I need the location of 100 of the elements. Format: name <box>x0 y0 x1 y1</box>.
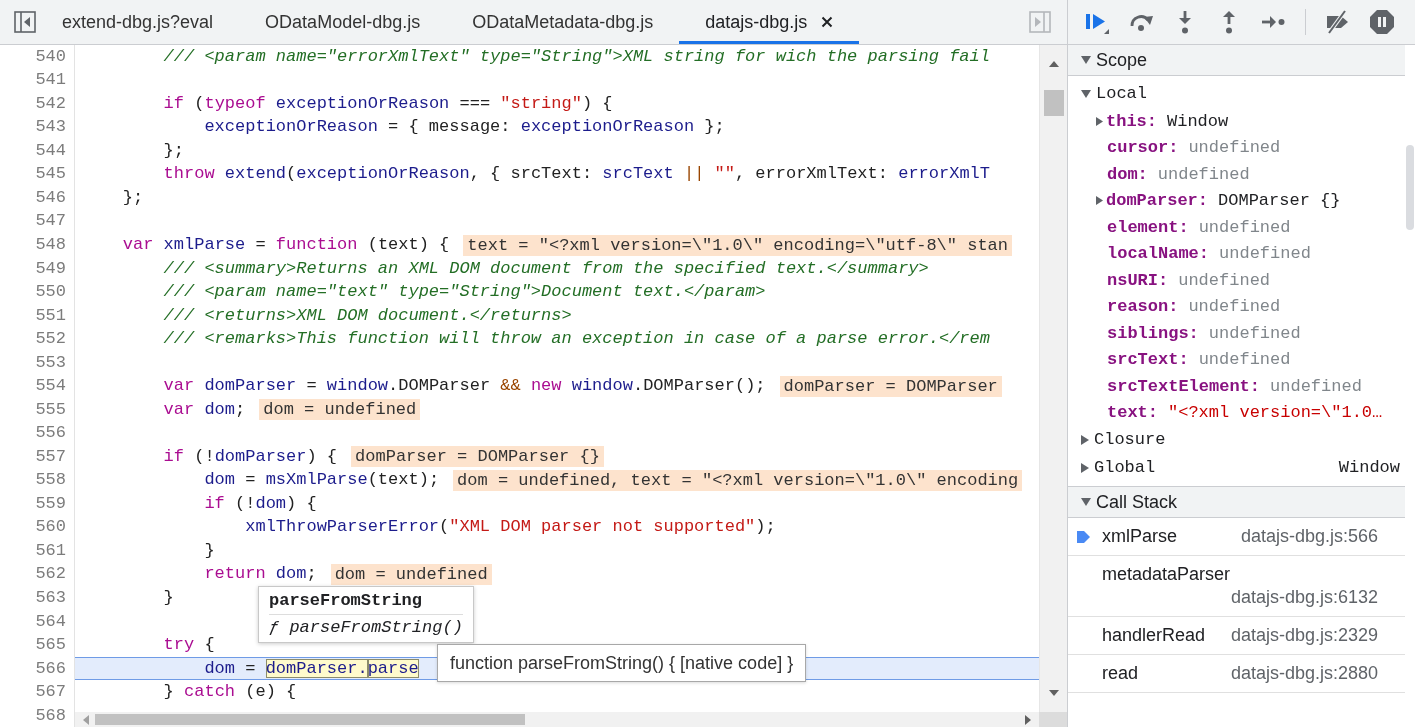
code-line: try { <box>162 635 215 656</box>
line-number: 568 <box>35 705 66 726</box>
scrollbar[interactable] <box>75 712 1039 727</box>
popup-title: parseFromString <box>269 591 463 615</box>
line-number: 559 <box>35 493 66 514</box>
file-tab[interactable]: ODataMetadata-dbg.js <box>446 0 680 44</box>
arrow-up-icon[interactable] <box>1048 61 1059 67</box>
line-number: 554 <box>35 376 66 397</box>
code-line: /// <param name="errorXmlText" type="String">XML string for wich the parsing fail <box>162 46 990 67</box>
code-line: }; <box>162 140 185 161</box>
inline-value: dom = undefined, text = "<?xml version=\"1.0\" encoding <box>453 469 1023 491</box>
variable-name: text: <box>1107 402 1158 424</box>
line-number: 543 <box>35 117 66 138</box>
scrollbar-thumb[interactable] <box>1043 90 1064 116</box>
variable-name: reason: <box>1107 296 1179 318</box>
scrollbar-thumb[interactable] <box>1406 145 1414 230</box>
variable-value: undefined <box>1188 296 1281 318</box>
code-line: if (!dom) { <box>203 493 317 514</box>
call-frame[interactable]: xmlParse datajs-dbg.js:566 <box>1068 518 1405 556</box>
variable-value: "<?xml version=\"1.0… <box>1168 402 1383 424</box>
variable-name: nsURI: <box>1107 269 1169 292</box>
code-line: throw extend(exceptionOrReason, { srcText: srcText || "", errorXmlText: errorXmlT <box>162 164 990 185</box>
frame-function: read <box>1102 662 1139 685</box>
line-number: 565 <box>35 635 66 656</box>
variable-name[interactable]: domParser: <box>1106 188 1209 214</box>
sidebar-toggle-icon[interactable] <box>1029 11 1051 33</box>
variable-value: Window <box>1167 110 1229 133</box>
section-header[interactable]: Scope <box>1068 45 1405 76</box>
inline-value: domParser = DOMParser {} <box>351 446 604 468</box>
file-tab[interactable]: ODataModel-dbg.js <box>239 0 447 44</box>
code-line: /// <returns>XML DOM document.</returns> <box>162 305 572 326</box>
line-number: 553 <box>35 352 66 373</box>
crossed-breakpoint-icon[interactable] <box>1326 10 1350 34</box>
frame-function: metadataParser <box>1102 563 1231 586</box>
line-number: 563 <box>35 588 66 608</box>
call-frame[interactable]: read datajs-dbg.js:2880 <box>1068 655 1405 693</box>
line-number: 540 <box>35 46 66 67</box>
octagon-pause-icon[interactable] <box>1370 10 1394 34</box>
variable-value: undefined <box>1198 216 1291 239</box>
sidebar-toggle-icon[interactable] <box>14 11 36 33</box>
line-number: 545 <box>35 164 66 185</box>
arrow-down-icon[interactable] <box>1048 690 1059 696</box>
variable-name: cursor: <box>1107 137 1179 159</box>
code-line: dom = msXmlParse(text); <box>203 470 440 491</box>
caret-down-icon[interactable] <box>1081 90 1091 98</box>
code-line: return dom; <box>203 564 317 585</box>
inline-value: dom = undefined <box>259 399 421 421</box>
code-line: } catch (e) { <box>162 682 297 703</box>
variable-name: siblings: <box>1107 322 1199 345</box>
close-icon[interactable] <box>821 16 834 28</box>
scrollbar[interactable] <box>1039 45 1067 712</box>
scrollbar-corner <box>1039 712 1067 727</box>
call-frame[interactable]: metadataParser datajs-dbg.js:6132 <box>1068 556 1405 617</box>
caret-right-icon[interactable] <box>1096 116 1103 126</box>
call-frame[interactable]: handlerRead datajs-dbg.js:2329 <box>1068 617 1405 655</box>
line-number: 556 <box>35 423 66 444</box>
code-line: } <box>203 540 215 561</box>
code-line: dom = domParser.parse <box>203 658 419 679</box>
variable-value: DOMParser {} <box>1218 190 1341 212</box>
scope-group-label[interactable]: Local <box>1096 81 1147 107</box>
line-number: 548 <box>35 235 66 255</box>
line-number: 564 <box>35 611 66 632</box>
variable-value: undefined <box>1270 375 1362 398</box>
line-number: 557 <box>35 446 66 467</box>
line-number: 552 <box>35 329 66 350</box>
section-header[interactable]: Call Stack <box>1068 486 1405 518</box>
code-line: if (typeof exceptionOrReason === "string") { <box>162 93 613 114</box>
caret-down-icon[interactable] <box>1081 498 1091 506</box>
scope-group-label[interactable]: Closure <box>1094 427 1166 453</box>
scrollbar-thumb[interactable] <box>95 714 525 725</box>
line-number: 550 <box>35 282 66 303</box>
line-number: 549 <box>35 258 66 279</box>
code-line: if (!domParser) { <box>162 446 338 467</box>
scope-group-label[interactable]: Global <box>1094 455 1156 481</box>
tooltip: function parseFromString() { [native code] } <box>437 644 807 682</box>
variable-value: undefined <box>1198 349 1291 371</box>
frame-location: datajs-dbg.js:6132 <box>1230 586 1378 609</box>
variable-name: localName: <box>1107 243 1210 265</box>
arrow-right-icon[interactable] <box>1025 714 1031 725</box>
variable-name: dom: <box>1107 163 1148 186</box>
variable-value: undefined <box>1208 322 1301 345</box>
popup-signature: ƒ parseFromString() <box>269 617 463 638</box>
variable-name: srcText: <box>1107 349 1189 371</box>
line-number: 558 <box>35 470 66 491</box>
caret-right-icon[interactable] <box>1081 463 1089 473</box>
line-number: 547 <box>35 211 66 232</box>
variable-name[interactable]: this: <box>1106 108 1157 134</box>
caret-down-icon[interactable] <box>1081 56 1091 64</box>
code-line: var xmlParse = function (text) { <box>121 235 450 255</box>
line-number: 555 <box>35 399 66 420</box>
inline-value: domParser = DOMParser <box>779 375 1002 397</box>
line-number: 544 <box>35 140 66 161</box>
caret-right-icon[interactable] <box>1081 435 1089 445</box>
caret-right-icon[interactable] <box>1096 196 1103 206</box>
scope-group-value: Window <box>1338 457 1400 480</box>
file-tab[interactable]: extend-dbg.js?eval <box>36 0 240 44</box>
code-line: }; <box>121 187 144 208</box>
file-tab[interactable]: datajs-dbg.js <box>679 0 860 44</box>
variable-value: undefined <box>1178 269 1271 292</box>
line-number: 542 <box>35 93 66 114</box>
